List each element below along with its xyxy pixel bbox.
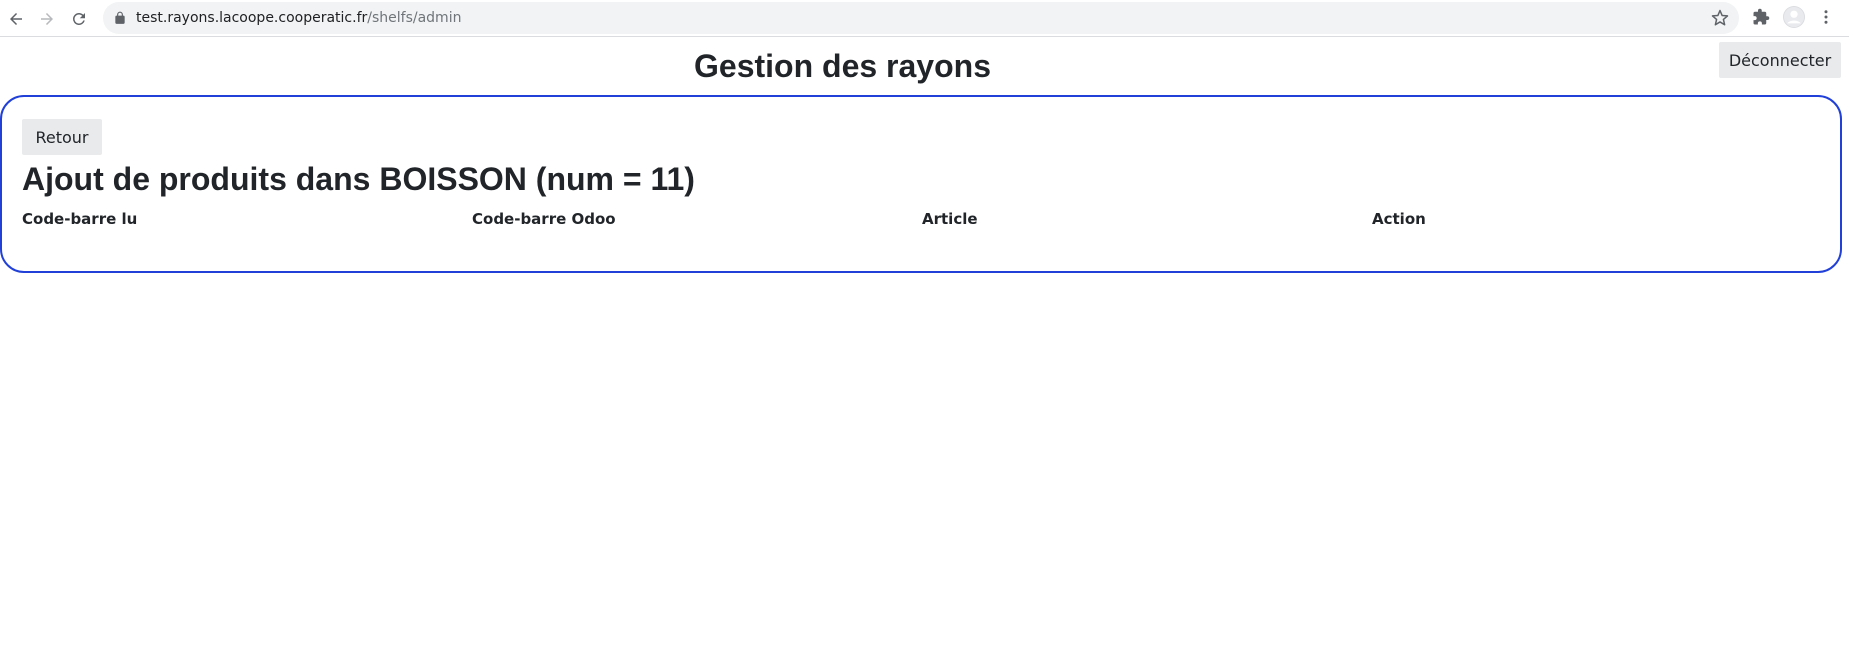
url-text[interactable]: test.rayons.lacoope.cooperatic.fr/shelfs… [136, 10, 461, 26]
shelf-admin-panel: Retour Ajout de produits dans BOISSON (n… [0, 95, 1842, 273]
browser-toolbar: test.rayons.lacoope.cooperatic.fr/shelfs… [0, 0, 1849, 37]
logout-button[interactable]: Déconnecter [1719, 42, 1841, 78]
heading-prefix: Ajout de produits dans [22, 161, 371, 197]
lock-icon[interactable] [113, 11, 127, 25]
profile-avatar-icon[interactable] [1783, 6, 1805, 28]
column-header-barcode-read: Code-barre lu [22, 210, 138, 228]
section-heading: Ajout de produits dans BOISSON (num = 11… [22, 159, 695, 199]
back-button[interactable]: Retour [22, 119, 102, 155]
address-bar[interactable]: test.rayons.lacoope.cooperatic.fr/shelfs… [103, 2, 1739, 34]
back-arrow-icon[interactable] [2, 5, 30, 33]
column-header-barcode-odoo: Code-barre Odoo [472, 210, 616, 228]
url-host: test.rayons.lacoope.cooperatic.fr [136, 10, 368, 26]
url-path: /shelfs/admin [367, 10, 462, 26]
star-icon[interactable] [1711, 9, 1729, 27]
more-menu-icon[interactable] [1817, 8, 1835, 26]
column-header-action: Action [1372, 210, 1426, 228]
column-header-article: Article [922, 210, 978, 228]
forward-arrow-icon[interactable] [33, 5, 61, 33]
reload-icon[interactable] [65, 5, 93, 33]
extensions-icon[interactable] [1752, 8, 1770, 26]
page-title: Gestion des rayons [694, 48, 991, 84]
shelf-name: BOISSON (num = 11) [379, 161, 695, 197]
